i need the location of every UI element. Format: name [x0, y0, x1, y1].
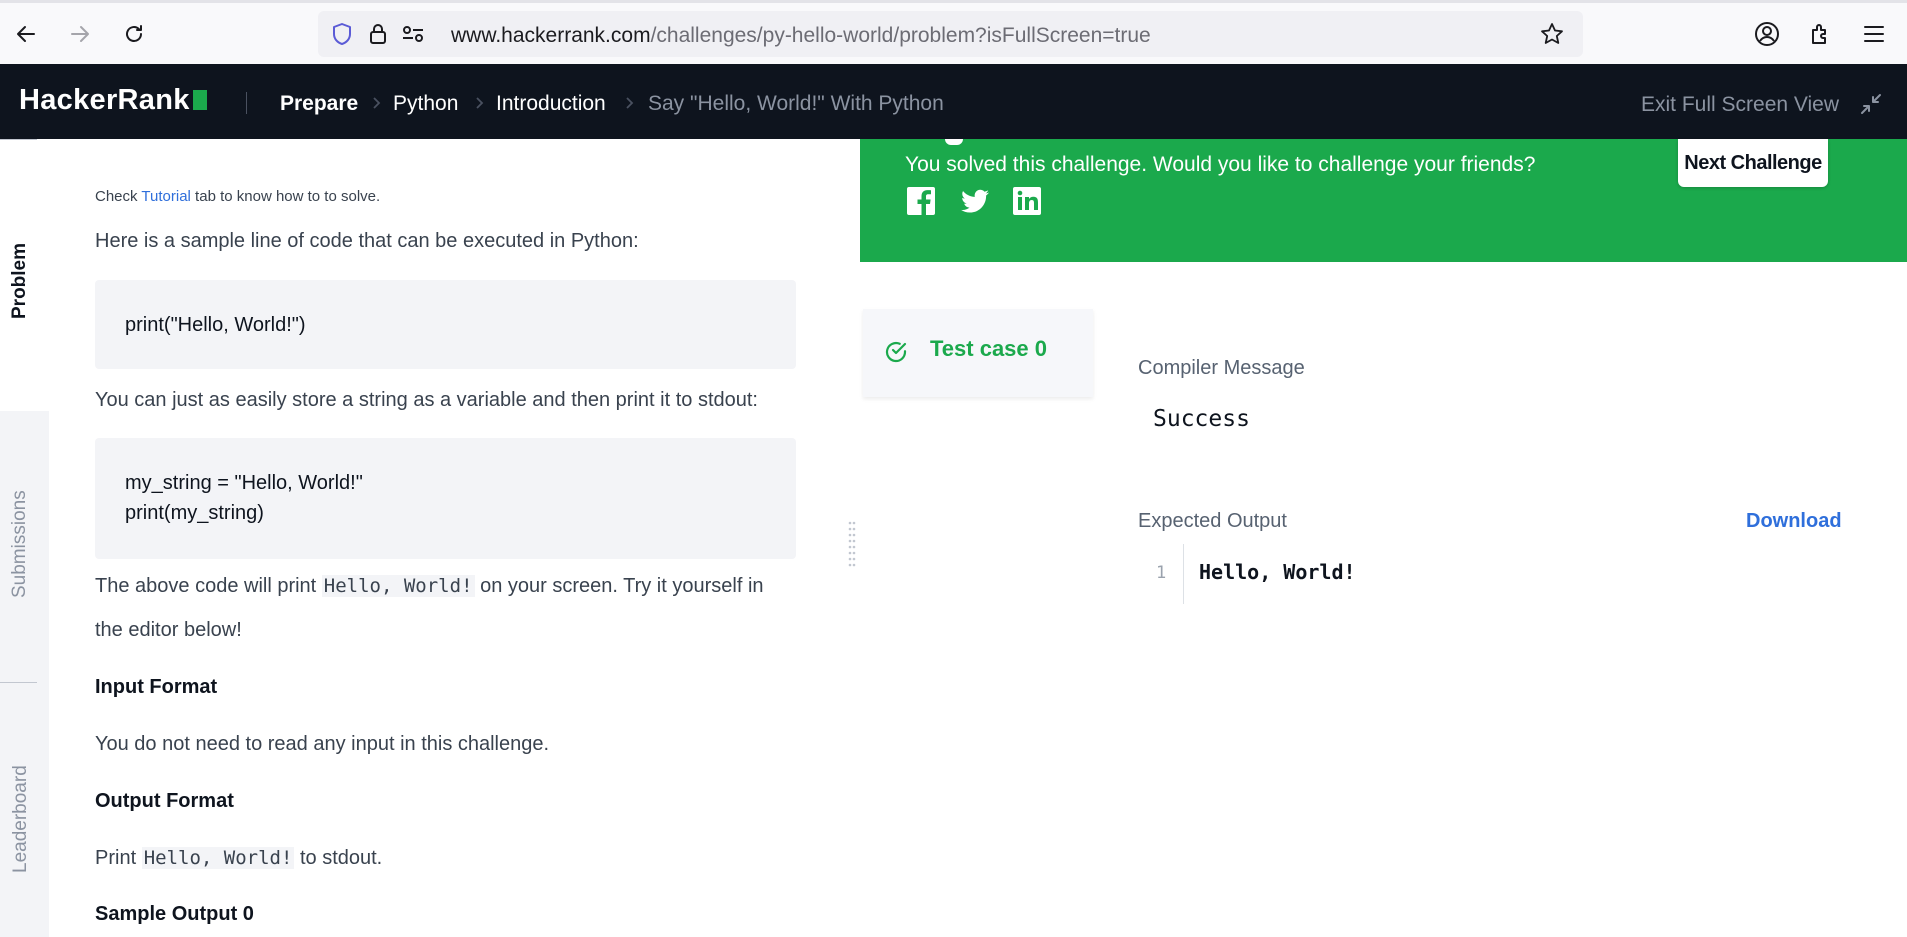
- code-block: my_string = "Hello, World!" print(my_str…: [95, 438, 796, 559]
- lock-icon[interactable]: [365, 21, 391, 47]
- paragraph-variable: You can just as easily store a string as…: [95, 389, 758, 411]
- tab-leaderboard-label: Leaderboard: [10, 765, 31, 873]
- linkedin-icon[interactable]: [1011, 185, 1043, 217]
- breadcrumb-prepare[interactable]: Prepare: [280, 92, 358, 116]
- download-link[interactable]: Download: [1746, 510, 1842, 533]
- chevron-right-icon: [476, 97, 484, 109]
- chevron-right-icon: [373, 97, 381, 109]
- exit-full-screen-link[interactable]: Exit Full Screen View: [1641, 93, 1839, 117]
- expected-output-value: Hello, World!: [1199, 560, 1356, 584]
- drag-handle-icon[interactable]: [848, 519, 856, 567]
- breadcrumb-python[interactable]: Python: [393, 92, 458, 116]
- output-format-heading: Output Format: [95, 790, 234, 812]
- code-line: print(my_string): [125, 502, 264, 524]
- line-number-gutter: [1183, 544, 1184, 604]
- text: The above code will print: [95, 575, 322, 597]
- url-host: www.hackerrank.com: [451, 24, 651, 47]
- logo-square-icon: [192, 90, 207, 110]
- text: on your screen. Try it yourself in: [474, 575, 764, 597]
- header-separator: [246, 92, 247, 114]
- tab-leaderboard[interactable]: Leaderboard: [10, 755, 32, 873]
- menu-icon[interactable]: [1860, 20, 1888, 48]
- tab-strip-edge: [0, 0, 1907, 3]
- input-format-text: You do not need to read any input in thi…: [95, 733, 550, 755]
- test-case-tab[interactable]: Test case 0: [863, 309, 1093, 397]
- compiler-message-value: Success: [1153, 406, 1250, 432]
- expected-output-label: Expected Output: [1138, 510, 1287, 532]
- tutorial-link[interactable]: Tutorial: [141, 188, 190, 205]
- breadcrumb-introduction[interactable]: Introduction: [496, 92, 606, 116]
- test-case-label: Test case 0: [930, 336, 1048, 361]
- tab-divider: [0, 139, 37, 140]
- paragraph-output-explain: The above code will print Hello, World! …: [95, 575, 764, 598]
- tutorial-note: Check Tutorial tab to know how to to sol…: [95, 188, 380, 205]
- banner-message: You solved this challenge. Would you lik…: [905, 153, 1536, 176]
- tab-submissions-label: Submissions: [9, 490, 30, 598]
- pane-splitter[interactable]: [842, 139, 861, 937]
- paragraph-sample-code: Here is a sample line of code that can b…: [95, 230, 639, 252]
- inline-code: Hello, World!: [141, 847, 295, 869]
- account-icon[interactable]: [1753, 20, 1781, 48]
- extensions-icon[interactable]: [1807, 20, 1835, 48]
- code-line: print("Hello, World!"): [125, 314, 306, 336]
- forward-arrow-icon[interactable]: [62, 16, 98, 52]
- browser-toolbar: www.hackerrank.com/challenges/py-hello-w…: [0, 0, 1907, 65]
- hackerrank-logo[interactable]: HackerRank: [19, 84, 207, 117]
- problem-pane: Check Tutorial tab to know how to to sol…: [49, 139, 842, 937]
- input-format-heading: Input Format: [95, 676, 218, 698]
- code-line: my_string = "Hello, World!": [125, 472, 363, 494]
- breadcrumb-current: Say "Hello, World!" With Python: [648, 92, 944, 115]
- logo-text: HackerRank: [19, 84, 190, 116]
- shield-icon[interactable]: [329, 21, 355, 47]
- tab-problem-label: Problem: [9, 242, 30, 319]
- url-text[interactable]: www.hackerrank.com/challenges/py-hello-w…: [451, 24, 1151, 48]
- site-header: HackerRank Prepare Python Introduction S…: [0, 64, 1907, 139]
- banner-title-fragment: [945, 139, 963, 145]
- vertical-tab-bar: Problem Submissions Leaderboard: [0, 139, 49, 937]
- facebook-icon[interactable]: [905, 185, 937, 217]
- results-pane: You solved this challenge. Would you lik…: [860, 139, 1907, 937]
- collapse-icon[interactable]: [1857, 90, 1885, 118]
- compiler-message-label: Compiler Message: [1138, 357, 1305, 379]
- text: Print: [95, 847, 142, 869]
- permissions-icon[interactable]: [400, 21, 426, 47]
- reload-icon[interactable]: [116, 16, 152, 52]
- url-path: /challenges/py-hello-world/problem?isFul…: [650, 24, 1151, 47]
- code-block: print("Hello, World!"): [95, 280, 796, 369]
- paragraph-output-explain-cont: the editor below!: [95, 619, 242, 641]
- line-number: 1: [1156, 563, 1167, 583]
- back-arrow-icon[interactable]: [8, 16, 44, 52]
- tab-divider: [0, 682, 37, 683]
- sample-output-heading: Sample Output 0: [95, 903, 254, 925]
- inline-code: Hello, World!: [321, 575, 475, 597]
- tab-submissions[interactable]: Submissions: [9, 486, 31, 598]
- text: to stdout.: [294, 847, 383, 869]
- next-challenge-button[interactable]: Next Challenge: [1678, 139, 1828, 187]
- twitter-icon[interactable]: [959, 185, 991, 217]
- chevron-right-icon: [626, 97, 634, 109]
- check-circle-icon: [885, 341, 907, 363]
- note-suffix: tab to know how to to solve.: [190, 188, 381, 205]
- output-format-text: Print Hello, World! to stdout.: [95, 847, 382, 870]
- bookmark-star-icon[interactable]: [1539, 21, 1565, 47]
- note-prefix: Check: [95, 188, 142, 205]
- tab-problem[interactable]: Problem: [9, 243, 31, 319]
- address-bar[interactable]: www.hackerrank.com/challenges/py-hello-w…: [318, 11, 1583, 57]
